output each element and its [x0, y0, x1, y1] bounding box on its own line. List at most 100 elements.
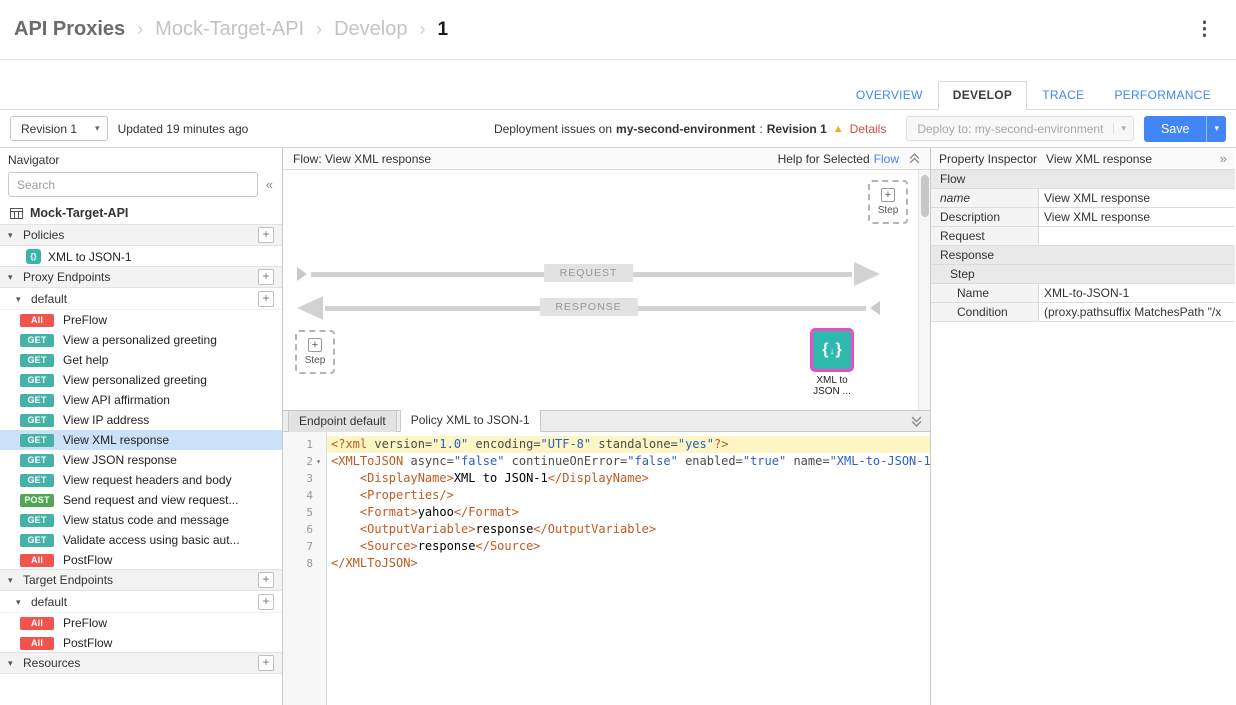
page-tabs: OVERVIEW DEVELOP TRACE PERFORMANCE [0, 60, 1236, 110]
line-number: 8 [283, 555, 326, 572]
line-number: 4 [283, 487, 326, 504]
add-button[interactable]: + [258, 269, 274, 285]
nav-flow-view-personalized-greeting[interactable]: GETView personalized greeting [0, 370, 282, 390]
collapse-editor-icon[interactable] [911, 416, 922, 427]
code-line[interactable]: <DisplayName>XML to JSON-1</DisplayName> [327, 470, 930, 487]
details-link[interactable]: Details [850, 122, 887, 136]
policy-node-label: XML to JSON ... [803, 375, 861, 397]
nav-section-policies[interactable]: ▾Policies+ [0, 224, 282, 246]
tab-performance[interactable]: PERFORMANCE [1099, 81, 1226, 110]
chevron-down-icon[interactable]: ▾ [16, 597, 25, 608]
nav-group-default[interactable]: ▾default+ [0, 591, 282, 613]
tab-policy-xml-to-json[interactable]: Policy XML to JSON-1 [400, 409, 541, 432]
breadcrumb-separator: › [420, 19, 426, 40]
nav-flow-view-json-response[interactable]: GETView JSON response [0, 450, 282, 470]
response-start-arrow [870, 301, 880, 315]
inspector-value-description[interactable]: View XML response [1039, 208, 1235, 226]
search-input[interactable] [8, 172, 258, 197]
inspector-section-flow: Flow [931, 170, 1235, 189]
inspector-field-label: Name [931, 284, 1039, 302]
scrollbar-thumb[interactable] [921, 175, 929, 217]
nav-section-resources[interactable]: ▾Resources+ [0, 652, 282, 674]
add-button[interactable]: + [258, 594, 274, 610]
add-button[interactable]: + [258, 655, 274, 671]
breadcrumb-proxy-name[interactable]: Mock-Target-API [155, 18, 304, 41]
chevron-down-icon[interactable]: ▾ [8, 658, 17, 669]
navigator-title: Navigator [0, 148, 282, 170]
expand-inspector-icon[interactable]: » [1220, 151, 1227, 166]
nav-flow-postflow[interactable]: AllPostFlow [0, 633, 282, 653]
line-number: 2▾ [283, 453, 326, 470]
deploy-to-select[interactable]: Deploy to: my-second-environment ▾ [906, 116, 1134, 141]
nav-policy-xml-to-json-1[interactable]: {}XML to JSON-1 [0, 246, 282, 267]
chevron-down-icon[interactable]: ▾ [8, 230, 17, 241]
inspector-field-label: Request [931, 227, 1039, 245]
code-line[interactable]: <OutputVariable>response</OutputVariable… [327, 521, 930, 538]
nav-flow-view-status-code-and-message[interactable]: GETView status code and message [0, 510, 282, 530]
flow-scrollbar[interactable] [918, 170, 930, 410]
inspector-value-name[interactable]: XML-to-JSON-1 [1039, 284, 1235, 302]
inspector-value-condition[interactable]: (proxy.pathsuffix MatchesPath "/x [1039, 303, 1235, 321]
tab-overview[interactable]: OVERVIEW [841, 81, 938, 110]
save-button[interactable]: Save ▾ [1144, 116, 1226, 142]
tab-trace[interactable]: TRACE [1027, 81, 1099, 110]
nav-flow-view-ip-address[interactable]: GETView IP address [0, 410, 282, 430]
code-line[interactable]: <Properties/> [327, 487, 930, 504]
fold-icon[interactable]: ▾ [313, 453, 324, 470]
collapse-navigator-icon[interactable]: « [263, 177, 276, 192]
add-button[interactable]: + [258, 291, 274, 307]
chevron-down-icon[interactable]: ▾ [16, 294, 25, 305]
line-number: 5 [283, 504, 326, 521]
code-editor[interactable]: 12▾345678 <?xml version="1.0" encoding="… [283, 432, 930, 705]
code-line[interactable]: <XMLToJSON async="false" continueOnError… [327, 453, 930, 470]
inspector-field-label: Condition [931, 303, 1039, 321]
nav-flow-view-a-personalized-greeting[interactable]: GETView a personalized greeting [0, 330, 282, 350]
collapse-flow-icon[interactable] [909, 153, 920, 164]
tab-develop[interactable]: DEVELOP [938, 81, 1027, 110]
method-badge: GET [20, 374, 54, 387]
kebab-menu-icon[interactable]: ⋮ [1187, 16, 1222, 43]
nav-flow-view-api-affirmation[interactable]: GETView API affirmation [0, 390, 282, 410]
nav-flow-get-help[interactable]: GETGet help [0, 350, 282, 370]
request-start-arrow [297, 267, 307, 281]
inspector-row-description: DescriptionView XML response [931, 208, 1235, 227]
nav-section-proxy-endpoints[interactable]: ▾Proxy Endpoints+ [0, 266, 282, 288]
breadcrumb-api-proxies[interactable]: API Proxies [14, 18, 125, 41]
request-arrowhead-icon [854, 262, 880, 286]
nav-section-target-endpoints[interactable]: ▾Target Endpoints+ [0, 569, 282, 591]
inspector-row-request: Request [931, 227, 1235, 246]
line-number: 1 [283, 436, 326, 453]
code-line[interactable]: <Format>yahoo</Format> [327, 504, 930, 521]
nav-flow-postflow[interactable]: AllPostFlow [0, 550, 282, 570]
code-line[interactable]: <Source>response</Source> [327, 538, 930, 555]
nav-group-default[interactable]: ▾default+ [0, 288, 282, 310]
nav-flow-preflow[interactable]: AllPreFlow [0, 613, 282, 633]
chevron-down-icon[interactable]: ▾ [8, 272, 17, 283]
nav-flow-preflow[interactable]: AllPreFlow [0, 310, 282, 330]
nav-flow-view-xml-response[interactable]: GETView XML response [0, 430, 282, 450]
add-step-button-response[interactable]: + Step [295, 330, 335, 374]
save-dropdown-icon[interactable]: ▾ [1206, 116, 1226, 142]
inspector-value-request[interactable] [1039, 227, 1235, 245]
add-step-button-request[interactable]: + Step [868, 180, 908, 224]
nav-flow-send-request-and-view-request[interactable]: POSTSend request and view request... [0, 490, 282, 510]
add-button[interactable]: + [258, 572, 274, 588]
add-button[interactable]: + [258, 227, 274, 243]
code-line[interactable]: </XMLToJSON> [327, 555, 930, 572]
code-line[interactable]: <?xml version="1.0" encoding="UTF-8" sta… [327, 436, 930, 453]
xml-to-json-policy-node[interactable]: { ↓ } XML to JSON ... [803, 328, 861, 397]
nav-flow-view-request-headers-and-body[interactable]: GETView request headers and body [0, 470, 282, 490]
method-badge: GET [20, 514, 54, 527]
nav-proxy-root[interactable]: Mock-Target-API [0, 201, 282, 225]
help-for-selected-text: Help for Selected [778, 152, 870, 166]
inspector-value-name[interactable]: View XML response [1039, 189, 1235, 207]
center-panel: Flow: View XML response Help for Selecte… [283, 148, 931, 705]
response-label: RESPONSE [539, 298, 637, 316]
flow-help-link[interactable]: Flow [874, 152, 899, 166]
chevron-down-icon[interactable]: ▾ [8, 575, 17, 586]
nav-flow-validate-access-using-basic-aut[interactable]: GETValidate access using basic aut... [0, 530, 282, 550]
tab-endpoint-default[interactable]: Endpoint default [288, 410, 397, 432]
editor-code[interactable]: <?xml version="1.0" encoding="UTF-8" sta… [327, 432, 930, 705]
breadcrumb-develop[interactable]: Develop [334, 18, 407, 41]
revision-select[interactable]: Revision 1 ▾ [10, 116, 108, 141]
